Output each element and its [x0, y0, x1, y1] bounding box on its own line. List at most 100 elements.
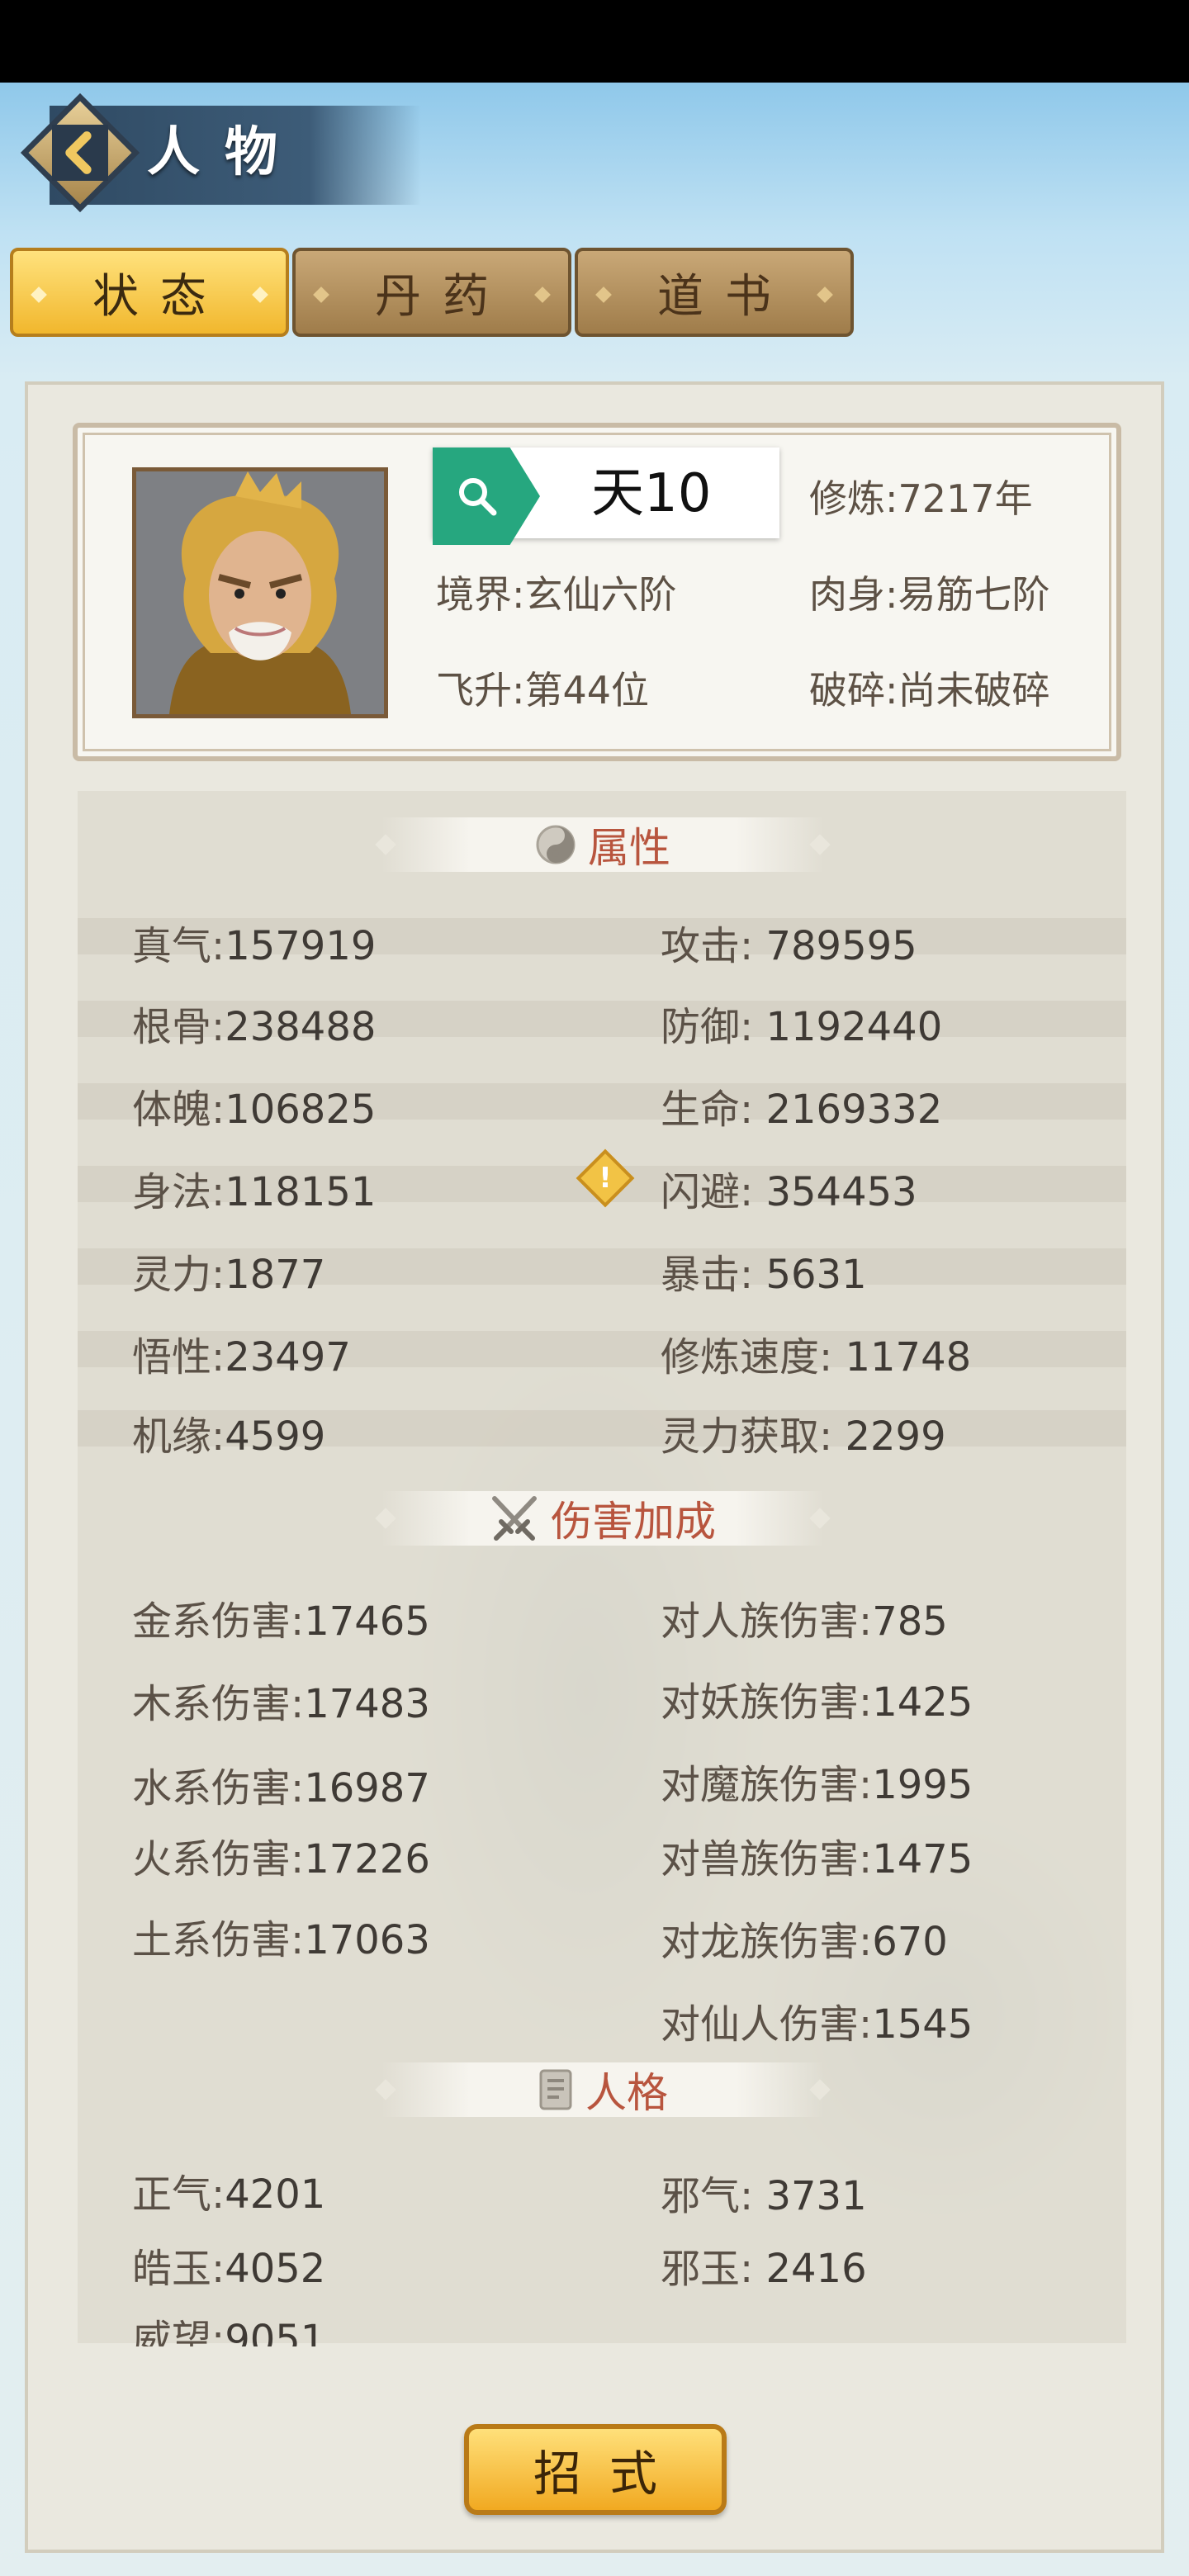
stat-key: 身法:	[132, 1169, 225, 1215]
info-key: 破碎:	[809, 668, 898, 713]
stat-key: 正气:	[132, 2171, 225, 2218]
info-key: 修炼:	[809, 476, 898, 521]
info-cultivation: 修炼:7217年	[809, 469, 1033, 523]
stat-xieyu: 邪玉: 2416	[661, 2236, 867, 2294]
stat-value: 2169332	[765, 1087, 943, 1133]
stat-value: 354453	[765, 1169, 917, 1215]
info-ascend: 飞升:第44位	[436, 661, 649, 715]
stat-key: 对龙族伤害:	[661, 1919, 873, 1965]
status-bar	[0, 0, 1189, 83]
info-key: 肉身:	[809, 572, 898, 617]
stat-value: 17063	[304, 1917, 430, 1963]
tab-label: 状态	[92, 269, 228, 324]
stat-value: 1475	[872, 1836, 973, 1882]
tab-status[interactable]: 状态	[10, 248, 289, 337]
yin-yang-icon	[536, 825, 576, 864]
skills-button-label: 招式	[533, 2446, 685, 2502]
stat-key: 生命:	[661, 1087, 754, 1133]
stat-spirit-gain: 灵力获取: 2299	[661, 1404, 946, 1461]
stat-key: 悟性:	[132, 1334, 225, 1380]
stat-value: 670	[872, 1919, 948, 1965]
stat-life: 生命: 2169332	[661, 1077, 942, 1134]
stat-key: 对人族伤害:	[661, 1598, 873, 1645]
skills-button[interactable]: 招式	[464, 2424, 727, 2515]
stat-value: 4052	[225, 2246, 326, 2292]
stat-lingli: 灵力:1877	[132, 1242, 325, 1300]
section-title: 伤害加成	[551, 1498, 716, 1546]
stat-vs-dragon: 对龙族伤害:670	[661, 1909, 948, 1967]
stat-value: 23497	[225, 1334, 351, 1380]
stat-value: 11748	[845, 1334, 972, 1380]
stat-key: 闪避:	[661, 1169, 754, 1215]
stat-value: 1877	[225, 1252, 326, 1298]
stat-gengu: 根骨:238488	[132, 994, 376, 1052]
stat-vs-demon-yao: 对妖族伤害:1425	[661, 1669, 973, 1727]
stat-key: 机缘:	[132, 1413, 225, 1460]
stat-value: 1545	[872, 2001, 973, 2048]
stat-key: 土系伤害:	[132, 1917, 305, 1963]
stat-key: 灵力获取:	[661, 1413, 833, 1460]
stat-dodge: 闪避: 354453	[661, 1159, 917, 1217]
page-title: 人物	[147, 122, 302, 183]
info-break: 破碎:尚未破碎	[809, 661, 1050, 715]
tab-label: 道书	[657, 269, 793, 324]
stat-vs-mo: 对魔族伤害:1995	[661, 1752, 973, 1810]
stat-value: 4201	[225, 2171, 326, 2218]
stat-earth-damage: 土系伤害:17063	[132, 1907, 430, 1965]
stat-value: 17483	[304, 1681, 430, 1727]
stat-value: 3731	[765, 2173, 867, 2219]
info-key: 境界:	[436, 572, 525, 617]
info-value: 第44位	[524, 668, 650, 713]
stat-key: 邪气:	[661, 2173, 754, 2219]
stat-value: 5631	[765, 1252, 867, 1298]
stat-value: 789595	[765, 923, 917, 969]
character-avatar	[136, 471, 384, 714]
stat-vs-human: 对人族伤害:785	[661, 1589, 948, 1646]
stat-defense: 防御: 1192440	[661, 994, 942, 1052]
info-key: 飞升:	[436, 668, 525, 713]
stat-value: 1425	[872, 1679, 973, 1726]
stat-value: 785	[872, 1598, 948, 1645]
stat-value: 118151	[225, 1169, 377, 1215]
stat-value: 17465	[304, 1598, 430, 1645]
stat-key: 对妖族伤害:	[661, 1679, 873, 1726]
stat-key: 灵力:	[132, 1252, 225, 1298]
stat-value: 4599	[225, 1413, 326, 1460]
info-realm: 境界:玄仙六阶	[436, 565, 677, 619]
scroll-icon	[539, 2069, 572, 2110]
info-value: 7217年	[898, 476, 1033, 521]
stat-key: 对魔族伤害:	[661, 1762, 873, 1808]
info-body: 肉身:易筋七阶	[809, 565, 1050, 619]
info-value: 玄仙六阶	[524, 572, 677, 617]
tab-pills[interactable]: 丹药	[292, 248, 571, 337]
stat-value: 16987	[304, 1765, 430, 1811]
character-portrait[interactable]	[132, 467, 388, 718]
section-personality: 人格	[375, 2062, 831, 2117]
stat-value: 9051	[225, 2317, 326, 2346]
info-value: 易筋七阶	[898, 572, 1050, 617]
stat-zhenqi: 真气:157919	[132, 913, 376, 971]
stat-key: 火系伤害:	[132, 1836, 305, 1882]
stat-value: 2299	[845, 1413, 946, 1460]
stat-key: 金系伤害:	[132, 1598, 305, 1645]
stat-fire-damage: 火系伤害:17226	[132, 1826, 430, 1884]
stat-jiyuan: 机缘:4599	[132, 1404, 325, 1461]
stat-value: 2416	[765, 2246, 867, 2292]
stat-attack: 攻击: 789595	[661, 913, 917, 971]
stat-value: 1995	[872, 1762, 973, 1808]
stat-value: 1192440	[765, 1004, 943, 1050]
stat-key: 修炼速度:	[661, 1334, 833, 1380]
section-damage: 伤害加成	[375, 1491, 831, 1546]
stat-key: 对仙人伤害:	[661, 2001, 873, 2048]
tab-books[interactable]: 道书	[575, 248, 854, 337]
stat-key: 防御:	[661, 1004, 754, 1050]
stat-wuxing: 悟性:23497	[132, 1324, 351, 1382]
stat-value: 106825	[225, 1087, 377, 1133]
tab-label: 丹药	[375, 269, 510, 324]
section-attributes: 属性	[375, 817, 831, 872]
stat-evil: 邪气: 3731	[661, 2163, 867, 2221]
stat-vs-beast: 对兽族伤害:1475	[661, 1826, 973, 1884]
stat-righteousness: 正气:4201	[132, 2162, 325, 2219]
stat-shenfa: 身法:118151	[132, 1159, 376, 1217]
stat-prestige: 威望:9051	[132, 2307, 325, 2346]
